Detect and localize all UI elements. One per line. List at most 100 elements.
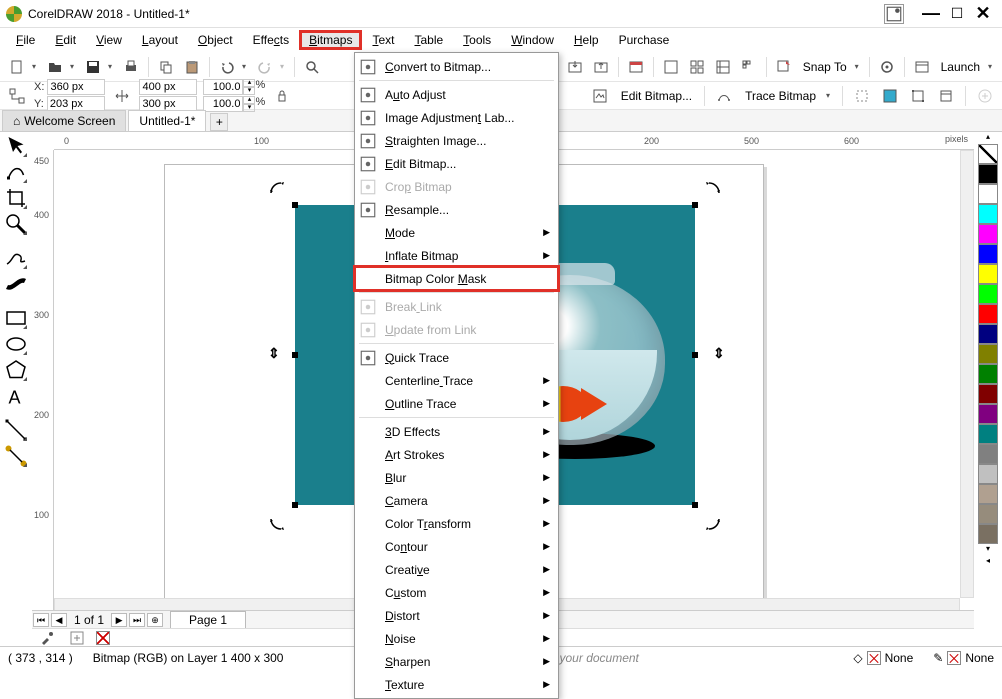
- color-swatch[interactable]: [978, 484, 998, 504]
- menuitem-quick-trace[interactable]: Quick Trace: [355, 346, 558, 369]
- menu-edit[interactable]: Edit: [45, 30, 86, 50]
- menuitem-bitmap-color-mask[interactable]: Bitmap Color Mask: [355, 267, 558, 290]
- first-page-button[interactable]: ⏮: [33, 613, 49, 627]
- page-tab[interactable]: Page 1: [170, 611, 246, 629]
- color-swatch[interactable]: [978, 424, 998, 444]
- minimize-button[interactable]: ―: [918, 4, 944, 24]
- paste-button[interactable]: [181, 56, 203, 78]
- palette-fly-button[interactable]: ◂: [978, 556, 998, 568]
- polygon-tool[interactable]: [4, 358, 28, 382]
- menuitem-inflate-bitmap[interactable]: Inflate Bitmap▶: [355, 244, 558, 267]
- launch-label[interactable]: Launch: [937, 60, 984, 74]
- tab-document[interactable]: Untitled-1*: [128, 110, 206, 131]
- lock-ratio-button[interactable]: [271, 85, 293, 107]
- open-button[interactable]: [44, 56, 66, 78]
- ruler-vertical[interactable]: 450 400 300 200 100: [32, 150, 54, 612]
- edit-bitmap-icon[interactable]: [589, 85, 611, 107]
- menu-window[interactable]: Window: [501, 30, 564, 50]
- save-button[interactable]: [82, 56, 104, 78]
- menu-tools[interactable]: Tools: [453, 30, 501, 50]
- dimension-tool[interactable]: [4, 418, 28, 442]
- menuitem--d-effects[interactable]: 3D Effects▶: [355, 420, 558, 443]
- color-swatch[interactable]: [978, 384, 998, 404]
- menuitem-blur[interactable]: Blur▶: [355, 466, 558, 489]
- publish-button[interactable]: [625, 56, 647, 78]
- menuitem-edit-bitmap-[interactable]: Edit Bitmap...: [355, 152, 558, 175]
- color-swatch[interactable]: [978, 324, 998, 344]
- color-swatch[interactable]: [978, 164, 998, 184]
- tab-welcome[interactable]: ⌂Welcome Screen: [2, 110, 126, 131]
- menuitem-color-transform[interactable]: Color Transform▶: [355, 512, 558, 535]
- color-swatch[interactable]: [978, 364, 998, 384]
- import-button[interactable]: [564, 56, 586, 78]
- maximize-button[interactable]: ☐: [944, 4, 970, 24]
- color-swatch[interactable]: [978, 184, 998, 204]
- trace-bitmap-label[interactable]: Trace Bitmap: [741, 89, 820, 103]
- menu-file[interactable]: File: [6, 30, 45, 50]
- menu-bitmaps[interactable]: Bitmaps: [299, 30, 362, 50]
- color-swatch[interactable]: [978, 504, 998, 524]
- search-button[interactable]: [301, 56, 323, 78]
- redo-button[interactable]: [254, 56, 276, 78]
- add-button[interactable]: [974, 85, 996, 107]
- menuitem-convert-to-bitmap-[interactable]: Convert to Bitmap...: [355, 55, 558, 78]
- color-swatch[interactable]: [978, 224, 998, 244]
- dropdown-arrow-icon[interactable]: ▾: [242, 62, 250, 71]
- menuitem-noise[interactable]: Noise▶: [355, 627, 558, 650]
- width-input[interactable]: [139, 79, 197, 95]
- snap-to-label[interactable]: Snap To: [799, 60, 851, 74]
- menuitem-creative[interactable]: Creative▶: [355, 558, 558, 581]
- dropdown-arrow-icon[interactable]: ▾: [855, 62, 863, 71]
- palette-down-button[interactable]: ▾: [978, 544, 998, 556]
- resample-tool-button[interactable]: [879, 85, 901, 107]
- snap-icon[interactable]: [773, 56, 795, 78]
- menuitem-outline-trace[interactable]: Outline Trace▶: [355, 392, 558, 415]
- no-color-swatch[interactable]: [96, 631, 110, 645]
- export-button[interactable]: [590, 56, 612, 78]
- dropdown-arrow-icon[interactable]: ▾: [826, 91, 834, 100]
- transform-button[interactable]: [907, 85, 929, 107]
- color-swatch[interactable]: [978, 444, 998, 464]
- menu-table[interactable]: Table: [404, 30, 453, 50]
- menuitem-mode[interactable]: Mode▶: [355, 221, 558, 244]
- crop-tool-button[interactable]: [851, 85, 873, 107]
- color-swatch[interactable]: [978, 304, 998, 324]
- menuitem-texture[interactable]: Texture▶: [355, 673, 558, 696]
- freehand-tool[interactable]: [4, 246, 28, 270]
- undo-button[interactable]: [216, 56, 238, 78]
- last-page-button[interactable]: ⏭: [129, 613, 145, 627]
- text-tool[interactable]: A: [4, 384, 28, 408]
- menu-effects[interactable]: Effects: [243, 30, 299, 50]
- menu-object[interactable]: Object: [188, 30, 243, 50]
- grid-button[interactable]: [686, 56, 708, 78]
- ellipse-tool[interactable]: [4, 332, 28, 356]
- pick-tool[interactable]: [4, 134, 28, 158]
- shape-tool[interactable]: [4, 160, 28, 184]
- fullscreen-button[interactable]: [660, 56, 682, 78]
- menu-purchase[interactable]: Purchase: [609, 30, 680, 50]
- menuitem-straighten-image-[interactable]: Straighten Image...: [355, 129, 558, 152]
- dropdown-arrow-icon[interactable]: ▾: [108, 62, 116, 71]
- menu-layout[interactable]: Layout: [132, 30, 188, 50]
- menu-help[interactable]: Help: [564, 30, 609, 50]
- menuitem-auto-adjust[interactable]: Auto Adjust: [355, 83, 558, 106]
- rectangle-tool[interactable]: [4, 306, 28, 330]
- zoom-tool[interactable]: [4, 212, 28, 236]
- menuitem-sharpen[interactable]: Sharpen▶: [355, 650, 558, 673]
- fill-swatch[interactable]: ◇None: [853, 651, 913, 665]
- new-button[interactable]: [6, 56, 28, 78]
- menuitem-distort[interactable]: Distort▶: [355, 604, 558, 627]
- no-color-swatch[interactable]: [978, 144, 998, 164]
- color-swatch[interactable]: [978, 344, 998, 364]
- spinner[interactable]: ▴▾: [243, 96, 255, 112]
- prev-page-button[interactable]: ◀: [51, 613, 67, 627]
- scale-x-input[interactable]: [203, 79, 243, 95]
- artistic-media-tool[interactable]: [4, 272, 28, 296]
- connector-tool[interactable]: [4, 444, 28, 468]
- crop-tool[interactable]: [4, 186, 28, 210]
- menuitem-art-strokes[interactable]: Art Strokes▶: [355, 443, 558, 466]
- color-swatch[interactable]: [978, 204, 998, 224]
- dropdown-arrow-icon[interactable]: ▾: [32, 62, 40, 71]
- menuitem-image-adjustment-lab-[interactable]: Image Adjustment Lab...: [355, 106, 558, 129]
- color-swatch[interactable]: [978, 244, 998, 264]
